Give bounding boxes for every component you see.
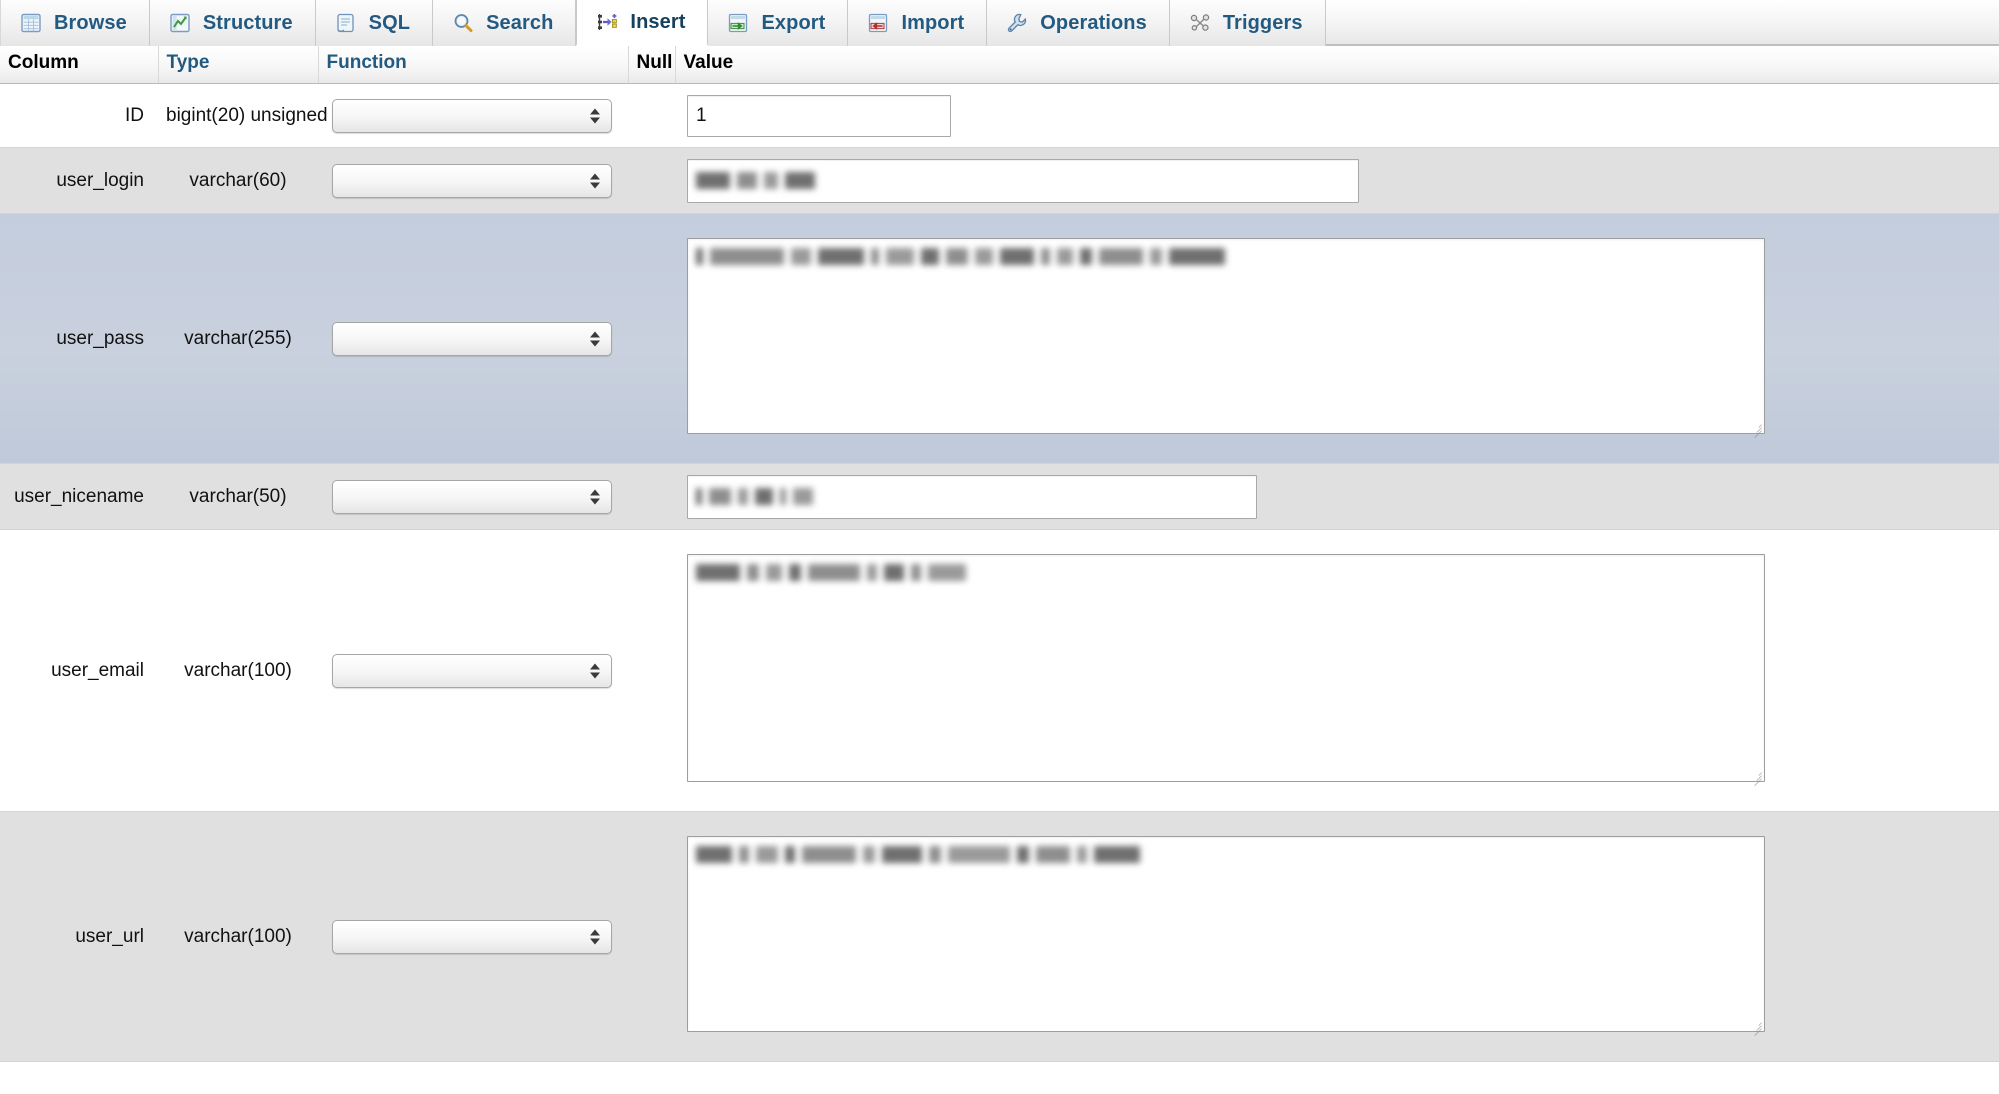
tab-export[interactable]: Export xyxy=(708,0,849,46)
search-magnifier-icon xyxy=(451,11,475,35)
function-select[interactable] xyxy=(332,163,612,198)
value-input-wrapper xyxy=(687,158,1359,203)
value-textarea[interactable] xyxy=(687,835,1765,1032)
value-cell xyxy=(675,148,1999,214)
function-select-wrapper xyxy=(332,479,612,514)
table-row[interactable]: user_url varchar(100) xyxy=(0,811,1999,1062)
column-name-cell: user_email xyxy=(51,659,144,681)
value-input[interactable] xyxy=(687,94,951,137)
import-icon xyxy=(866,11,890,35)
tab-browse[interactable]: Browse xyxy=(0,0,150,46)
function-select[interactable] xyxy=(332,479,612,514)
value-textarea[interactable] xyxy=(687,237,1765,434)
tab-insert[interactable]: Insert xyxy=(576,0,709,46)
tab-label: Structure xyxy=(202,11,293,34)
function-cell xyxy=(318,530,628,812)
function-select-wrapper xyxy=(332,653,612,688)
null-cell xyxy=(628,148,675,214)
function-select[interactable] xyxy=(332,653,612,688)
value-input[interactable] xyxy=(687,474,1257,519)
tab-label: SQL xyxy=(368,11,411,34)
sql-scroll-icon xyxy=(334,11,358,35)
value-cell xyxy=(675,812,1999,1062)
header-value: Value xyxy=(675,46,1999,84)
null-cell xyxy=(628,530,675,812)
value-textarea[interactable] xyxy=(687,553,1765,782)
tab-label: Triggers xyxy=(1222,11,1303,34)
column-name-cell: user_nicename xyxy=(14,485,144,507)
value-textarea-wrapper xyxy=(687,237,1765,438)
null-cell xyxy=(628,464,675,530)
tab-operations[interactable]: Operations xyxy=(987,0,1170,46)
value-cell xyxy=(675,530,1999,812)
null-cell xyxy=(628,214,675,464)
insert-form-table: Column Type Function Null Value ID bigint… xyxy=(0,46,1999,1062)
function-select[interactable] xyxy=(332,321,612,356)
header-row: Column Type Function Null Value xyxy=(0,46,1999,84)
function-select[interactable] xyxy=(332,919,612,954)
value-cell xyxy=(675,84,1999,148)
tab-import[interactable]: Import xyxy=(848,0,988,46)
column-name-cell: ID xyxy=(125,104,144,126)
tab-label: Insert xyxy=(630,10,686,33)
table-row[interactable]: user_login varchar(60) xyxy=(0,147,1999,214)
function-select[interactable] xyxy=(332,98,612,133)
insert-row-icon xyxy=(595,10,619,34)
header-type: Type xyxy=(158,46,319,84)
function-select-wrapper xyxy=(332,163,612,198)
tab-label: Browse xyxy=(54,11,127,34)
tab-label: Search xyxy=(486,11,554,34)
value-input[interactable] xyxy=(687,158,1359,203)
null-cell xyxy=(628,84,675,148)
column-type-cell: varchar(100) xyxy=(184,925,292,947)
tab-label: Import xyxy=(901,11,965,34)
column-type-cell: varchar(255) xyxy=(184,327,292,349)
column-type-cell: varchar(60) xyxy=(189,169,287,191)
value-textarea-wrapper xyxy=(687,553,1765,786)
tab-structure[interactable]: Structure xyxy=(149,0,316,46)
structure-icon xyxy=(168,11,192,35)
table-body: ID bigint(20) unsigned user_login varchar(6… xyxy=(0,83,1999,1062)
function-cell xyxy=(318,464,628,530)
tab-search[interactable]: Search xyxy=(433,0,577,46)
value-input-wrapper xyxy=(687,94,951,137)
wrench-icon xyxy=(1005,11,1029,35)
function-cell xyxy=(318,84,628,148)
value-cell xyxy=(675,464,1999,530)
table-tab-bar: Browse Structure SQL Search Insert Expor… xyxy=(0,0,1999,46)
column-name-cell: user_pass xyxy=(56,327,144,349)
table-head: Column Type Function Null Value xyxy=(0,46,1999,84)
tab-label: Export xyxy=(761,11,826,34)
table-row[interactable]: user_nicename varchar(50) xyxy=(0,463,1999,530)
triggers-icon xyxy=(1188,11,1212,35)
tab-triggers[interactable]: Triggers xyxy=(1169,0,1326,46)
tab-label: Operations xyxy=(1040,11,1147,34)
function-cell xyxy=(318,214,628,464)
column-name-cell: user_login xyxy=(56,169,144,191)
null-cell xyxy=(628,812,675,1062)
function-cell xyxy=(318,148,628,214)
function-cell xyxy=(318,812,628,1062)
header-null: Null xyxy=(628,46,676,84)
value-textarea-wrapper xyxy=(687,835,1765,1036)
browse-table-icon xyxy=(19,11,43,35)
column-type-cell: bigint(20) unsigned xyxy=(166,104,328,126)
function-select-wrapper xyxy=(332,321,612,356)
value-input-wrapper xyxy=(687,474,1257,519)
table-row[interactable]: user_email varchar(100) xyxy=(0,529,1999,812)
export-icon xyxy=(726,11,750,35)
header-column: Column xyxy=(0,46,159,84)
function-select-wrapper xyxy=(332,919,612,954)
column-type-cell: varchar(100) xyxy=(184,659,292,681)
column-name-cell: user_url xyxy=(75,925,144,947)
column-type-cell: varchar(50) xyxy=(189,485,287,507)
value-cell xyxy=(675,214,1999,464)
table-row[interactable]: user_pass varchar(255) xyxy=(0,213,1999,464)
header-function: Function xyxy=(318,46,629,84)
function-select-wrapper xyxy=(332,98,612,133)
tab-sql[interactable]: SQL xyxy=(315,0,434,46)
table-row[interactable]: ID bigint(20) unsigned xyxy=(0,83,1999,148)
